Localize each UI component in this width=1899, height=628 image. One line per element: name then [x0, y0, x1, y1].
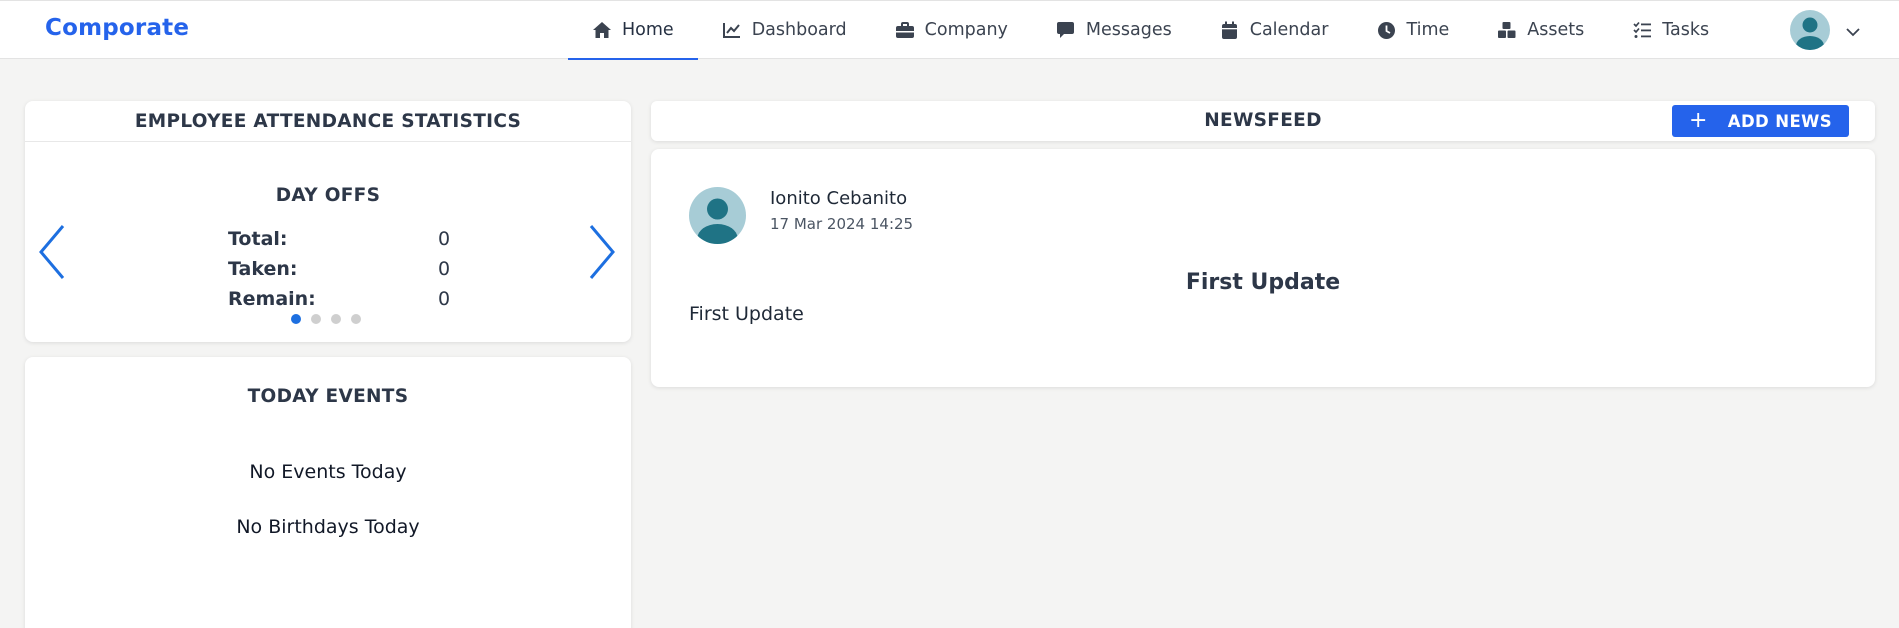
attendance-title: EMPLOYEE ATTENDANCE STATISTICS	[134, 110, 522, 132]
avatar[interactable]	[1790, 10, 1830, 54]
stat-row-total: Total: 0	[228, 224, 458, 254]
carousel-dots	[291, 314, 361, 324]
carousel-prev-button[interactable]	[35, 222, 71, 282]
attendance-header: EMPLOYEE ATTENDANCE STATISTICS	[25, 101, 631, 142]
news-post: Ionito Cebanito 17 Mar 2024 14:25 First …	[651, 149, 1875, 387]
stat-label: Remain:	[228, 288, 316, 310]
slide-title: DAY OFFS	[275, 185, 381, 206]
clock-icon	[1376, 20, 1396, 40]
calendar-icon	[1220, 20, 1240, 40]
nav-messages[interactable]: Messages	[1032, 1, 1196, 59]
chevron-down-icon[interactable]	[1844, 23, 1862, 41]
tasks-icon	[1632, 20, 1652, 40]
carousel-next-button[interactable]	[583, 222, 619, 282]
chevron-left-icon	[39, 225, 65, 279]
stat-value: 0	[438, 228, 451, 250]
briefcase-icon	[895, 20, 915, 40]
post-author: Ionito Cebanito	[770, 188, 908, 209]
nav-tasks[interactable]: Tasks	[1608, 1, 1733, 59]
nav-label: Time	[1406, 20, 1450, 40]
user-menu[interactable]	[1790, 10, 1862, 54]
no-events-text: No Events Today	[249, 461, 407, 483]
nav-dashboard[interactable]: Dashboard	[698, 1, 871, 59]
newsfeed-header: NEWSFEED + ADD NEWS	[651, 101, 1875, 141]
post-date: 17 Mar 2024 14:25	[770, 215, 914, 233]
nav-label: Messages	[1085, 20, 1172, 40]
nav-home[interactable]: Home	[568, 1, 698, 60]
dayoff-stats: Total: 0 Taken: 0 Remain: 0	[228, 224, 458, 314]
message-icon	[1056, 20, 1076, 40]
nav-label: Dashboard	[751, 20, 847, 40]
nav-label: Company	[924, 20, 1008, 40]
stat-label: Taken:	[228, 258, 298, 280]
carousel-dot-4[interactable]	[351, 314, 361, 324]
nav-label: Assets	[1527, 20, 1585, 40]
stat-value: 0	[438, 288, 451, 310]
add-news-button[interactable]: + ADD NEWS	[1672, 105, 1849, 137]
post-title: First Update	[1185, 270, 1341, 295]
boxes-icon	[1497, 20, 1517, 40]
carousel-dot-3[interactable]	[331, 314, 341, 324]
slide-title-wrap: DAY OFFS	[25, 185, 631, 206]
carousel-dot-2[interactable]	[311, 314, 321, 324]
nav-calendar[interactable]: Calendar	[1196, 1, 1353, 59]
main-nav: Home Dashboard Company Messages Calendar	[568, 1, 1733, 60]
top-navbar: Comporate Home Dashboard Company Message…	[0, 0, 1899, 60]
post-body: First Update	[689, 303, 804, 325]
no-birthdays-text: No Birthdays Today	[236, 516, 420, 538]
add-news-label: ADD NEWS	[1727, 111, 1833, 131]
today-events-card: TODAY EVENTS No Events Today No Birthday…	[25, 357, 631, 628]
carousel-dot-1[interactable]	[291, 314, 301, 324]
chevron-right-icon	[589, 225, 615, 279]
nav-label: Calendar	[1249, 20, 1329, 40]
stat-label: Total:	[228, 228, 288, 250]
post-author-avatar	[689, 187, 746, 248]
attendance-card: EMPLOYEE ATTENDANCE STATISTICS DAY OFFS …	[25, 101, 631, 342]
brand-logo[interactable]: Comporate	[45, 15, 189, 41]
stat-row-taken: Taken: 0	[228, 254, 458, 284]
stat-value: 0	[438, 258, 451, 280]
today-events-title: TODAY EVENTS	[247, 386, 409, 407]
nav-label: Tasks	[1662, 20, 1710, 40]
chart-line-icon	[722, 20, 742, 40]
nav-company[interactable]: Company	[871, 1, 1032, 59]
plus-icon: +	[1688, 108, 1708, 133]
home-icon	[592, 20, 612, 40]
stat-row-remain: Remain: 0	[228, 284, 458, 314]
nav-assets[interactable]: Assets	[1473, 1, 1608, 59]
nav-time[interactable]: Time	[1352, 1, 1473, 59]
nav-label: Home	[622, 20, 674, 40]
